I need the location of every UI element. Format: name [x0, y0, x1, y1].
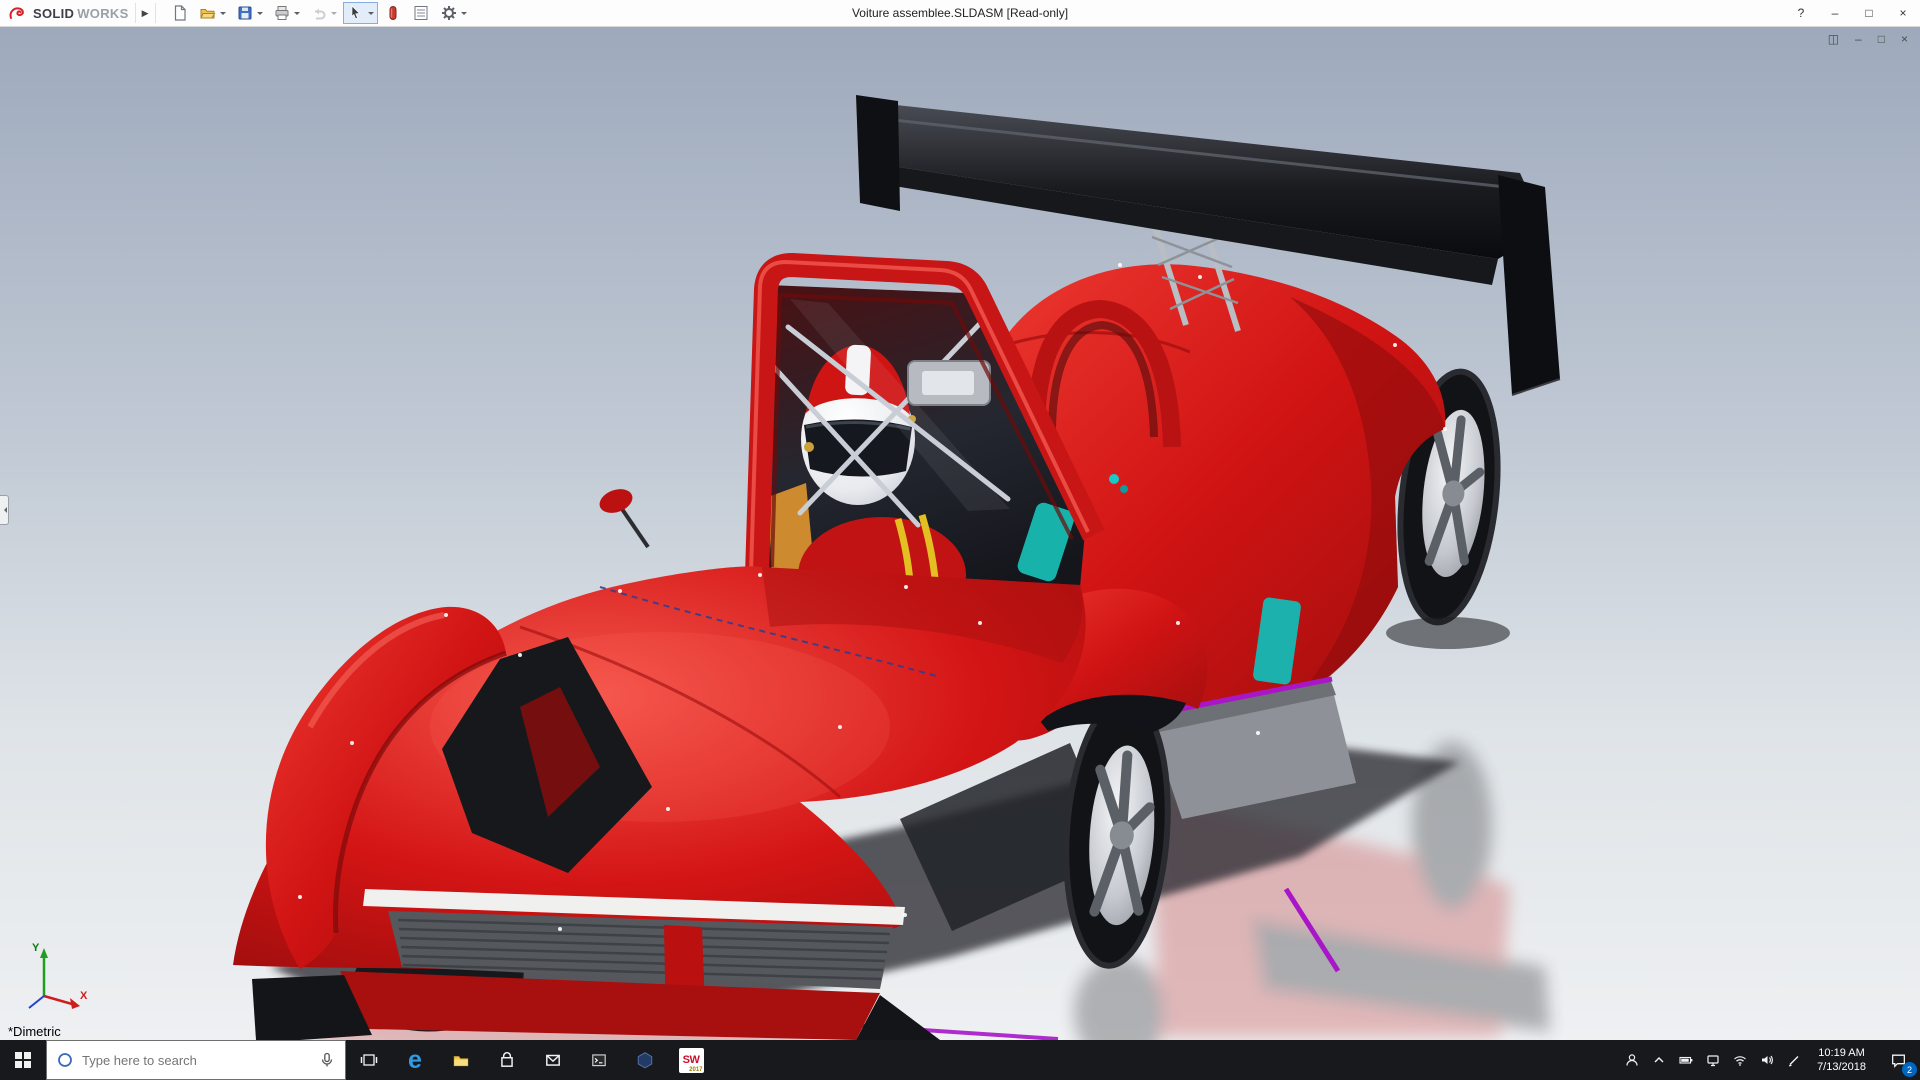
help-button[interactable]: ? — [1784, 0, 1818, 26]
save-button[interactable] — [232, 2, 267, 24]
chevron-up-icon — [1654, 1057, 1664, 1063]
minimize-button[interactable]: – — [1818, 0, 1852, 26]
restore-button[interactable]: □ — [1852, 0, 1886, 26]
battery-button[interactable] — [1672, 1040, 1699, 1080]
system-tray: 10:19 AM 7/13/2018 2 — [1618, 1040, 1920, 1080]
new-document-button[interactable] — [167, 2, 193, 24]
triad-axes-icon — [28, 948, 80, 1009]
save-icon — [238, 6, 251, 20]
select-tool-button[interactable] — [342, 2, 378, 24]
doc-restore-icon[interactable]: □ — [1878, 32, 1885, 46]
taskbar-clock[interactable]: 10:19 AM 7/13/2018 — [1807, 1046, 1876, 1074]
console-window-icon — [592, 1054, 606, 1067]
sheet-properties-icon — [414, 6, 427, 20]
people-button[interactable] — [1618, 1040, 1645, 1080]
doc-close-icon[interactable]: × — [1901, 32, 1908, 46]
undo-button[interactable] — [306, 2, 341, 24]
clock-date: 7/13/2018 — [1817, 1061, 1866, 1073]
document-window-controls: ◫ – □ × — [1828, 32, 1908, 46]
folder-icon — [453, 1056, 469, 1067]
panel-expand-tab[interactable] — [0, 495, 9, 525]
hexagon-app-button[interactable] — [622, 1040, 668, 1080]
command-prompt-button[interactable] — [576, 1040, 622, 1080]
notification-badge: 2 — [1902, 1062, 1917, 1077]
select-cursor-icon — [351, 5, 360, 20]
graphics-viewport[interactable]: ◫ – □ × Y X *Dimetric — [0, 27, 1920, 1040]
3d-model-canvas[interactable] — [0, 27, 1920, 1040]
solidworks-window: SOLID WORKS ▶ Voiture assemblee.SLDASM [… — [0, 0, 1920, 1080]
print-button[interactable] — [269, 2, 304, 24]
hexagon-app-icon — [637, 1052, 653, 1069]
dropdown-arrow-icon — [219, 11, 226, 18]
volume-icon — [1761, 1055, 1773, 1065]
dropdown-arrow-icon — [330, 11, 337, 18]
title-bar: SOLID WORKS ▶ Voiture assemblee.SLDASM [… — [0, 0, 1920, 27]
cortana-icon — [58, 1053, 72, 1067]
action-center-button[interactable]: 2 — [1876, 1040, 1920, 1080]
appearance-icon — [389, 6, 396, 20]
pen-button[interactable] — [1780, 1040, 1807, 1080]
solidworks-icon: SW 2017 — [678, 1047, 704, 1073]
quick-access-toolbar — [166, 0, 472, 26]
windows-logo-icon — [15, 1052, 31, 1068]
task-view-button[interactable] — [346, 1040, 392, 1080]
store-bag-icon — [501, 1052, 513, 1067]
pen-icon — [1788, 1056, 1799, 1067]
dropdown-arrow-icon — [293, 11, 300, 18]
open-folder-icon — [199, 9, 215, 19]
brand-solid-text: SOLID — [33, 5, 75, 21]
new-document-icon — [174, 5, 186, 21]
volume-button[interactable] — [1753, 1040, 1780, 1080]
settings-gear-icon — [441, 6, 456, 20]
task-view-icon — [360, 1054, 378, 1066]
dropdown-arrow-icon — [256, 11, 263, 18]
appearance-button[interactable] — [380, 2, 406, 24]
doc-dock-icon[interactable]: ◫ — [1828, 32, 1839, 46]
orientation-triad[interactable]: Y X — [14, 942, 98, 1016]
hidden-icons-button[interactable] — [1645, 1040, 1672, 1080]
dassault-systemes-logo-icon — [9, 6, 24, 19]
edge-browser-button[interactable]: e — [392, 1040, 438, 1080]
triad-x-label: X — [80, 990, 88, 1002]
edge-icon: e — [408, 1045, 422, 1074]
window-controls: ? – □ × — [1784, 0, 1920, 26]
battery-icon — [1679, 1056, 1692, 1064]
brand-works-text: WORKS — [77, 5, 129, 21]
search-input[interactable] — [82, 1052, 310, 1068]
windows-taskbar: e — [0, 1040, 1920, 1080]
wifi-icon — [1733, 1056, 1746, 1066]
store-button[interactable] — [484, 1040, 530, 1080]
doc-minimize-icon[interactable]: – — [1855, 32, 1862, 46]
dropdown-arrow-icon — [367, 11, 374, 18]
taskbar-search[interactable] — [46, 1040, 346, 1080]
people-icon — [1625, 1054, 1638, 1066]
options-button[interactable] — [436, 2, 471, 24]
print-icon — [275, 6, 288, 20]
clock-time: 10:19 AM — [1818, 1047, 1865, 1059]
file-explorer-button[interactable] — [438, 1040, 484, 1080]
microphone-icon[interactable] — [318, 1051, 336, 1069]
solidworks-app-button[interactable]: SW 2017 — [668, 1040, 714, 1080]
wifi-button[interactable] — [1726, 1040, 1753, 1080]
mail-button[interactable] — [530, 1040, 576, 1080]
network-icon — [1706, 1055, 1719, 1067]
sheet-properties-button[interactable] — [408, 2, 434, 24]
undo-icon — [314, 8, 325, 20]
mail-icon — [546, 1054, 560, 1066]
view-orientation-label: *Dimetric — [8, 1024, 61, 1039]
menu-flyout-button[interactable]: ▶ — [134, 3, 156, 23]
open-button[interactable] — [195, 2, 230, 24]
start-button[interactable] — [0, 1040, 46, 1080]
network-button[interactable] — [1699, 1040, 1726, 1080]
window-title: Voiture assemblee.SLDASM [Read-only] — [851, 6, 1069, 20]
solidworks-brand: SOLID WORKS — [8, 6, 129, 21]
triad-y-label: Y — [32, 942, 40, 954]
close-button[interactable]: × — [1886, 0, 1920, 26]
dropdown-arrow-icon — [460, 11, 467, 18]
